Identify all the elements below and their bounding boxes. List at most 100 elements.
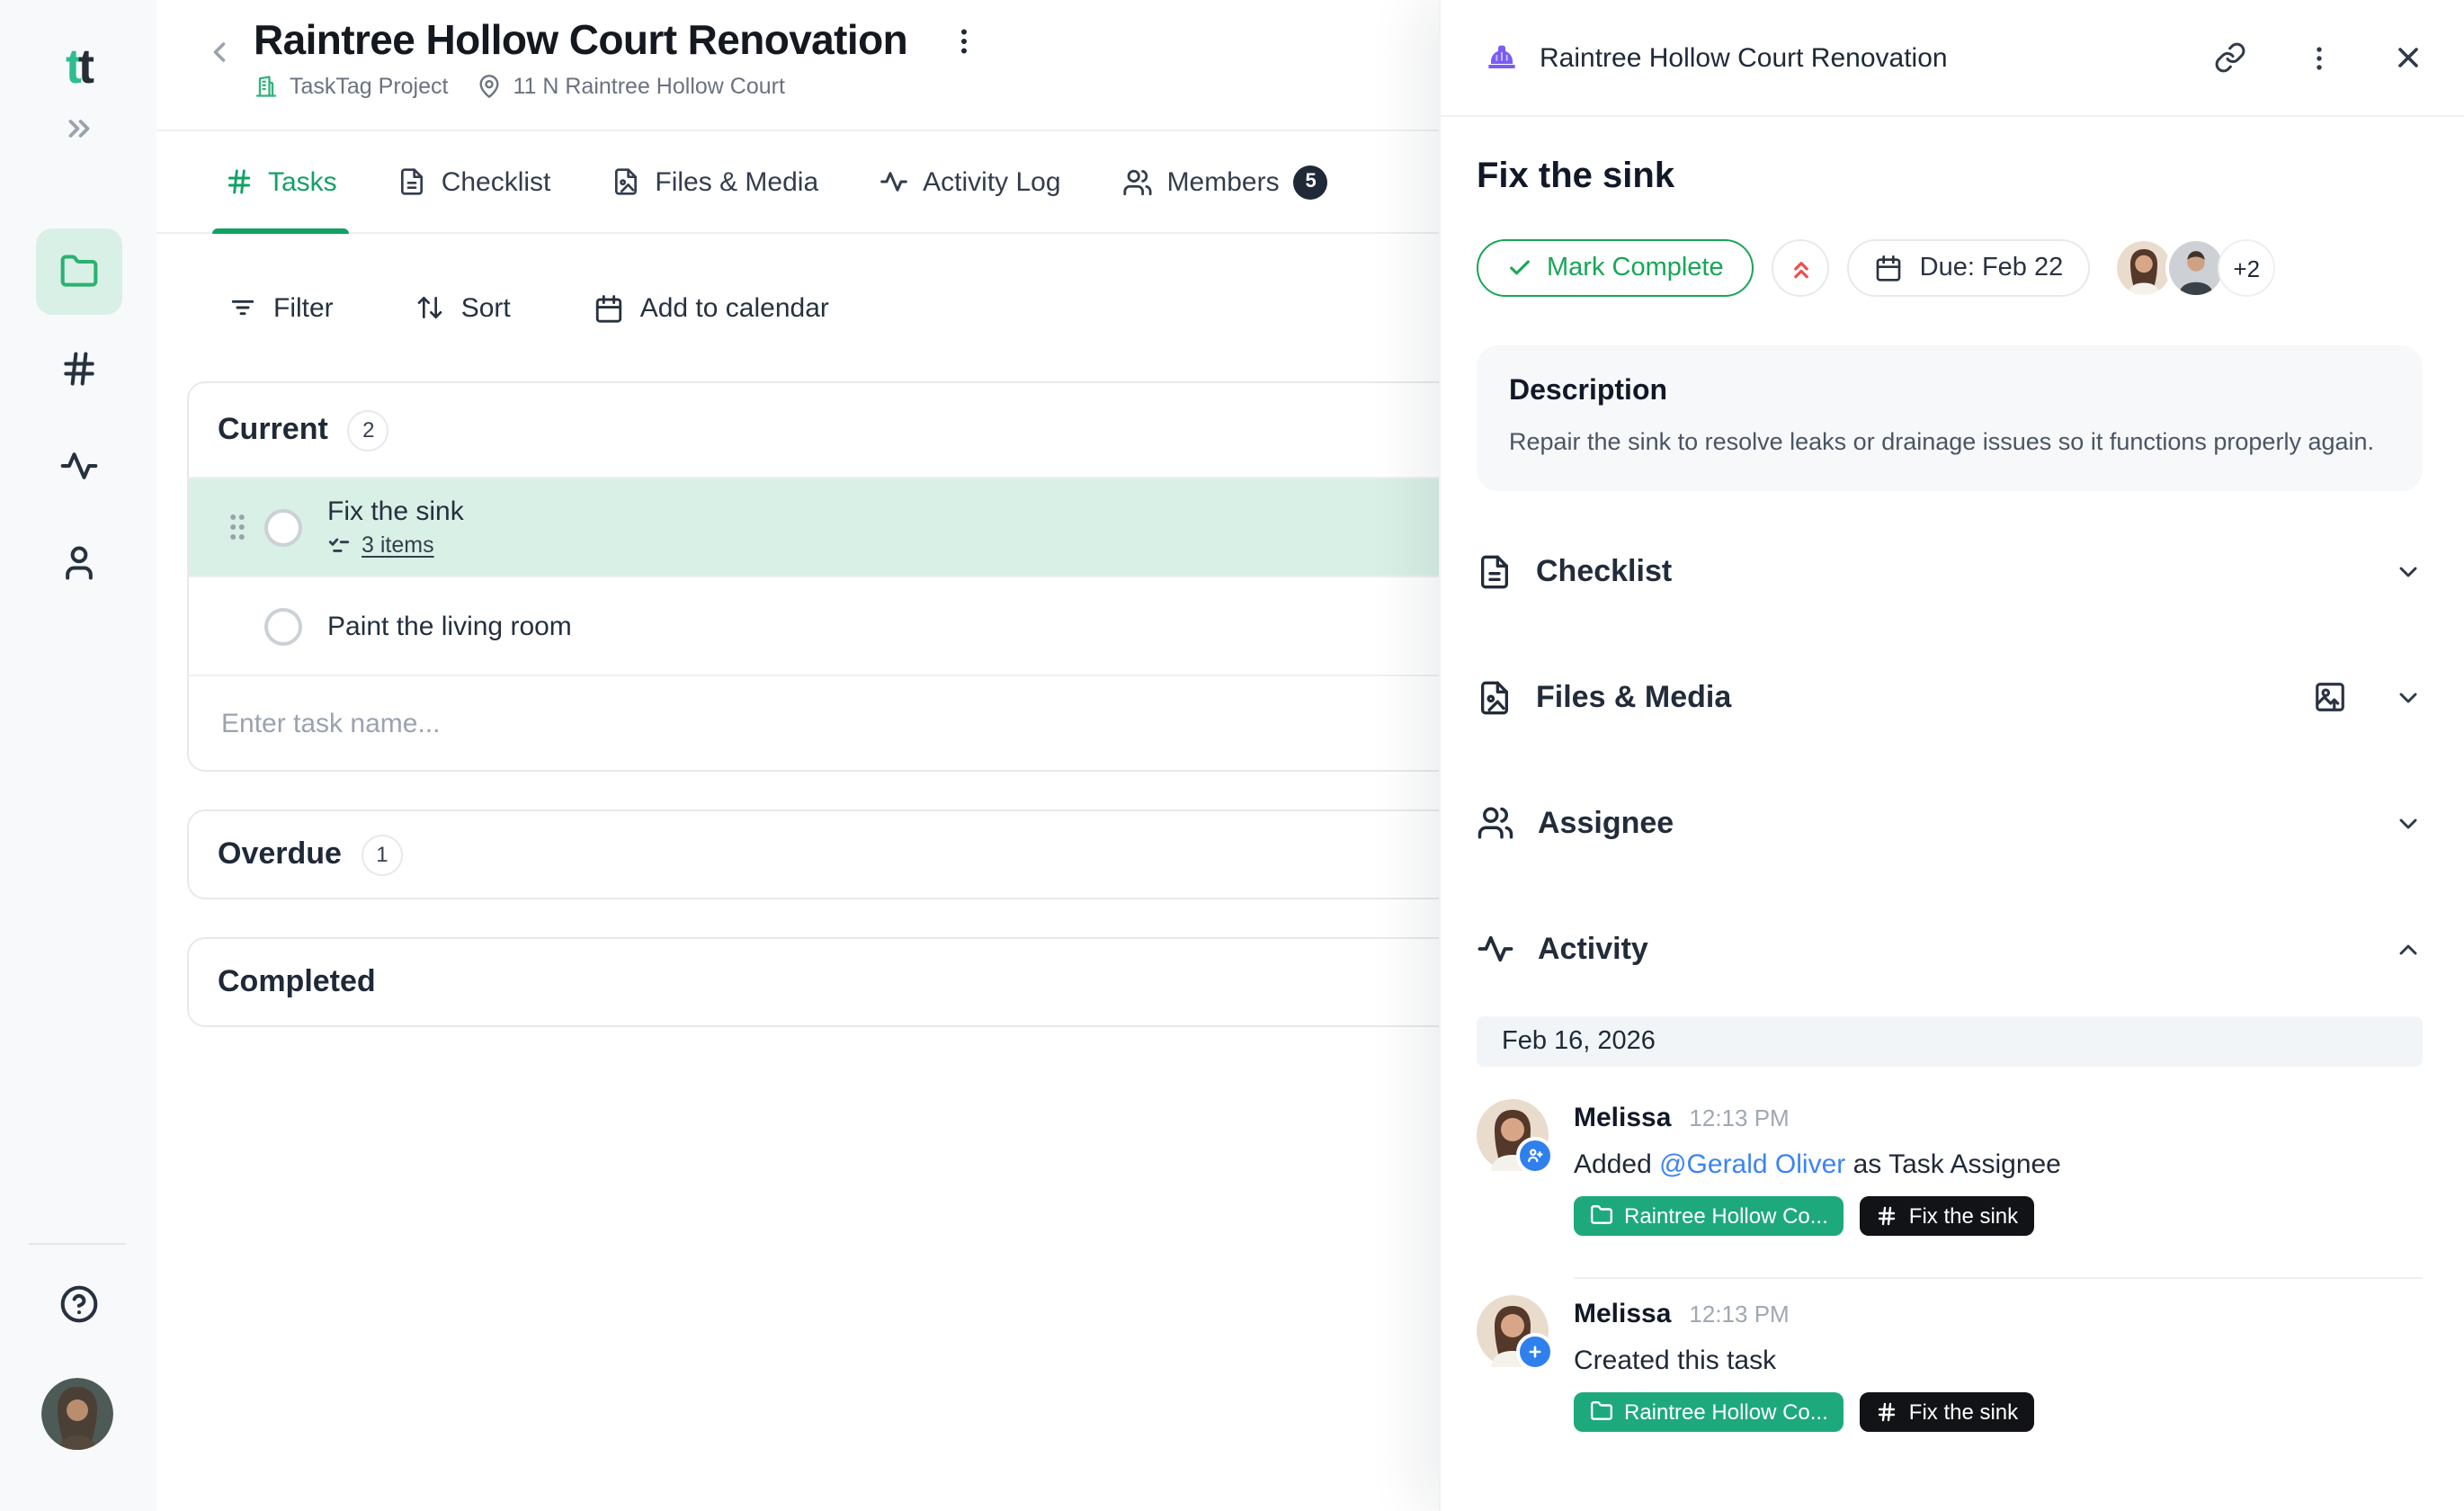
file-image-icon [612, 167, 640, 196]
task-tag[interactable]: Fix the sink [1861, 1195, 2034, 1235]
activity-user: Melissa [1574, 1298, 1671, 1328]
hard-hat-icon [1484, 40, 1520, 76]
mark-complete-button[interactable]: Mark Complete [1477, 239, 1754, 297]
chevron-down-icon[interactable] [2394, 683, 2423, 711]
folder-icon [1590, 1203, 1613, 1227]
tab-checklist[interactable]: Checklist [398, 131, 551, 232]
priority-button[interactable] [1772, 239, 1830, 297]
description-body: Repair the sink to resolve leaks or drai… [1509, 425, 2390, 460]
project-meta: TaskTag Project 11 N Raintree Hollow Cou… [254, 74, 979, 99]
project-menu-button[interactable] [947, 24, 979, 57]
avatar [1477, 1294, 1549, 1366]
building-icon [254, 74, 279, 99]
sidebar-item-activity[interactable] [35, 423, 121, 509]
calendar-icon [594, 292, 624, 323]
panel-menu-button[interactable] [2304, 42, 2335, 73]
task-action-row: Mark Complete Due: Feb 22 [1477, 237, 2423, 299]
more-assignees-badge[interactable]: +2 [2218, 239, 2275, 297]
hash-icon [58, 349, 98, 389]
help-button[interactable] [58, 1284, 98, 1324]
avatar [1477, 1098, 1549, 1170]
kebab-icon [2304, 42, 2335, 73]
task-tag[interactable]: Fix the sink [1861, 1391, 2034, 1431]
task-checkbox[interactable] [264, 508, 302, 546]
activity-text: Created this task [1574, 1345, 2423, 1375]
back-button[interactable] [203, 36, 236, 68]
hash-icon [1877, 1204, 1898, 1226]
chevron-down-icon[interactable] [2394, 809, 2423, 837]
tab-members[interactable]: Members 5 [1122, 131, 1328, 232]
section-count-badge: 1 [362, 834, 403, 875]
task-name: Paint the living room [327, 611, 572, 641]
kebab-icon [947, 24, 979, 57]
new-task-input[interactable] [218, 706, 1232, 740]
file-text-icon [398, 167, 427, 196]
link-icon [2214, 41, 2246, 74]
activity-entry: Melissa 12:13 PM Created this task Raint… [1477, 1294, 2423, 1431]
description-title: Description [1509, 376, 2390, 408]
folder-icon [58, 252, 98, 291]
section-assignee[interactable]: Assignee [1477, 760, 2423, 886]
filter-button[interactable]: Filter [228, 292, 334, 323]
sidebar-item-contacts[interactable] [35, 520, 121, 606]
sidebar-expand-button[interactable] [61, 112, 95, 146]
file-image-icon [1477, 679, 1513, 715]
file-text-icon [1477, 553, 1513, 589]
section-activity[interactable]: Activity [1477, 886, 2423, 1012]
sidebar-item-tasks[interactable] [35, 326, 121, 412]
task-checkbox[interactable] [264, 607, 302, 645]
sidebar: tt [0, 0, 158, 1511]
add-to-calendar-button[interactable]: Add to calendar [594, 292, 829, 323]
members-count-badge: 5 [1294, 165, 1328, 199]
project-type: TaskTag Project [254, 74, 448, 99]
checklist-small-icon [327, 533, 351, 557]
task-name: Fix the sink [327, 496, 464, 527]
description-card: Description Repair the sink to resolve l… [1477, 345, 2423, 490]
project-tag[interactable]: Raintree Hollow Co... [1574, 1391, 1844, 1431]
users-icon [1477, 804, 1514, 842]
due-date-button[interactable]: Due: Feb 22 [1848, 239, 2091, 297]
activity-time: 12:13 PM [1689, 1300, 1789, 1327]
user-plus-badge-icon [1516, 1136, 1554, 1174]
sort-arrows-icon [416, 293, 445, 322]
chevron-down-icon[interactable] [2394, 557, 2423, 586]
chevron-up-icon[interactable] [2394, 934, 2423, 963]
assignee-avatars[interactable]: +2 [2113, 237, 2275, 299]
filter-icon [228, 293, 257, 322]
tab-tasks[interactable]: Tasks [225, 131, 337, 232]
sort-button[interactable]: Sort [416, 292, 511, 323]
drag-handle-icon[interactable] [228, 513, 248, 541]
hash-icon [1877, 1400, 1898, 1422]
pulse-icon [879, 167, 908, 196]
calendar-icon [1875, 254, 1904, 282]
tab-activity-log[interactable]: Activity Log [879, 131, 1060, 232]
task-detail-panel: Raintree Hollow Court Renovation Fix the… [1439, 0, 2464, 1511]
sidebar-nav [0, 228, 156, 606]
pulse-icon [58, 446, 98, 486]
sidebar-item-projects[interactable] [35, 228, 121, 315]
panel-task-title: Fix the sink [1477, 156, 2423, 198]
check-icon [1507, 255, 1532, 281]
users-icon [1122, 166, 1153, 197]
panel-header: Raintree Hollow Court Renovation [1441, 0, 2464, 117]
section-count-badge: 2 [348, 409, 389, 451]
entry-divider [1574, 1276, 2423, 1278]
section-files-media[interactable]: Files & Media [1477, 634, 2423, 760]
activity-text: Added @Gerald Oliver as Task Assignee [1574, 1149, 2423, 1179]
current-user-avatar[interactable] [41, 1378, 113, 1450]
task-checklist-link[interactable]: 3 items [362, 532, 434, 558]
map-pin-icon [477, 74, 502, 99]
section-checklist[interactable]: Checklist [1477, 508, 2423, 634]
upload-image-button[interactable] [2313, 680, 2347, 714]
project-tag[interactable]: Raintree Hollow Co... [1574, 1195, 1844, 1235]
help-circle-icon [58, 1284, 98, 1324]
tab-files-media[interactable]: Files & Media [612, 131, 818, 232]
mention-link[interactable]: @Gerald Oliver [1659, 1149, 1845, 1179]
person-icon [58, 543, 98, 583]
activity-user: Melissa [1574, 1102, 1671, 1132]
sidebar-divider [29, 1243, 126, 1245]
chevrons-up-icon [1788, 255, 1815, 282]
close-panel-button[interactable] [2392, 41, 2424, 74]
copy-link-button[interactable] [2214, 41, 2246, 74]
page-title: Raintree Hollow Court Renovation [254, 16, 907, 65]
